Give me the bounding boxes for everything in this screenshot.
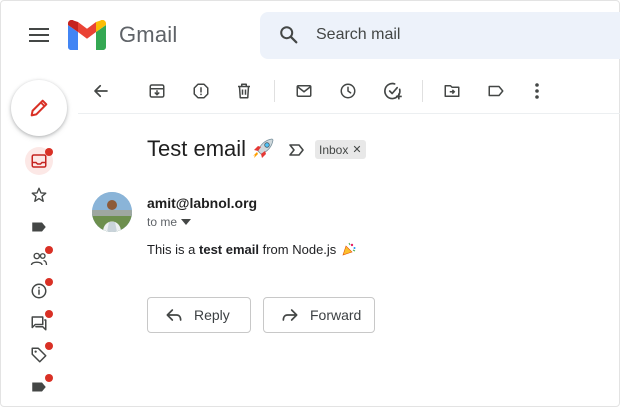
main-menu-button[interactable]	[26, 22, 52, 48]
compose-button[interactable]	[11, 80, 67, 136]
more-options-button[interactable]	[524, 78, 550, 104]
back-icon	[94, 84, 108, 98]
snooze-button[interactable]	[335, 78, 361, 104]
toolbar-divider	[422, 80, 423, 102]
unread-badge	[45, 342, 53, 350]
app-name: Gmail	[119, 22, 178, 47]
rail-social[interactable]	[25, 245, 53, 273]
avatar-photo-icon	[92, 192, 132, 232]
header: Gmail	[0, 0, 620, 68]
recipient-text: to me	[147, 215, 178, 229]
inbox-label-chip[interactable]: Inbox ✕	[315, 140, 366, 159]
remove-label-icon[interactable]: ✕	[352, 143, 361, 156]
move-to-button[interactable]	[439, 78, 465, 104]
sender-avatar[interactable]	[92, 192, 132, 232]
pencil-icon	[30, 99, 48, 117]
back-button[interactable]	[88, 78, 114, 104]
clock-icon	[340, 83, 356, 99]
delete-button[interactable]	[231, 78, 257, 104]
toolbar-divider	[274, 80, 275, 102]
unread-badge	[45, 310, 53, 318]
rail-promotions[interactable]	[25, 341, 53, 369]
forward-button[interactable]: Forward	[263, 297, 375, 333]
body-text-bold: test email	[199, 242, 259, 257]
rail-label[interactable]	[25, 373, 53, 401]
star-icon	[31, 187, 47, 202]
email-subject: Test email	[147, 136, 247, 161]
hamburger-menu-icon	[29, 28, 49, 42]
rail-important[interactable]	[25, 213, 53, 241]
importance-marker-icon[interactable]	[288, 142, 306, 158]
unread-badge	[45, 148, 53, 156]
forward-icon	[282, 309, 298, 321]
sender-email: amit@labnol.org	[147, 195, 258, 211]
reply-label: Reply	[194, 307, 230, 323]
reply-icon	[166, 309, 182, 321]
message-toolbar	[78, 68, 620, 114]
recipient-details-toggle[interactable]: to me	[147, 215, 192, 229]
search-input[interactable]	[316, 22, 596, 48]
unread-badge	[45, 278, 53, 286]
body-text-end: from Node.js	[259, 242, 337, 257]
search-bar[interactable]	[260, 12, 620, 59]
report-spam-button[interactable]	[188, 78, 214, 104]
archive-icon	[149, 84, 165, 98]
rail-inbox[interactable]	[25, 147, 53, 175]
rail-forums[interactable]	[25, 309, 53, 337]
unread-badge	[45, 246, 53, 254]
forward-label: Forward	[310, 307, 362, 323]
add-to-tasks-button[interactable]	[380, 78, 406, 104]
search-icon[interactable]	[278, 24, 300, 46]
body-text-start: This is a	[147, 242, 200, 257]
rail-updates[interactable]	[25, 277, 53, 305]
gmail-logo-icon	[68, 19, 106, 50]
rail-starred[interactable]	[25, 181, 53, 209]
report-spam-icon	[193, 83, 209, 99]
label-chip-text: Inbox	[319, 142, 349, 157]
labels-button[interactable]	[483, 78, 509, 104]
dropdown-arrow-icon	[181, 219, 192, 225]
rocket-emoji-icon	[253, 138, 274, 158]
party-popper-emoji-icon	[342, 242, 356, 256]
envelope-icon	[296, 85, 312, 97]
label-icon	[488, 85, 504, 97]
email-body: This is a test email from Node.js	[147, 242, 356, 257]
label-filled-icon	[32, 222, 46, 232]
reply-button[interactable]: Reply	[147, 297, 251, 333]
archive-button[interactable]	[144, 78, 170, 104]
mark-unread-button[interactable]	[291, 78, 317, 104]
move-to-folder-icon	[444, 85, 460, 97]
add-task-icon	[384, 82, 402, 100]
unread-badge	[45, 374, 53, 382]
more-vert-icon	[535, 83, 539, 99]
trash-icon	[238, 83, 250, 99]
gmail-logo[interactable]	[68, 19, 108, 50]
